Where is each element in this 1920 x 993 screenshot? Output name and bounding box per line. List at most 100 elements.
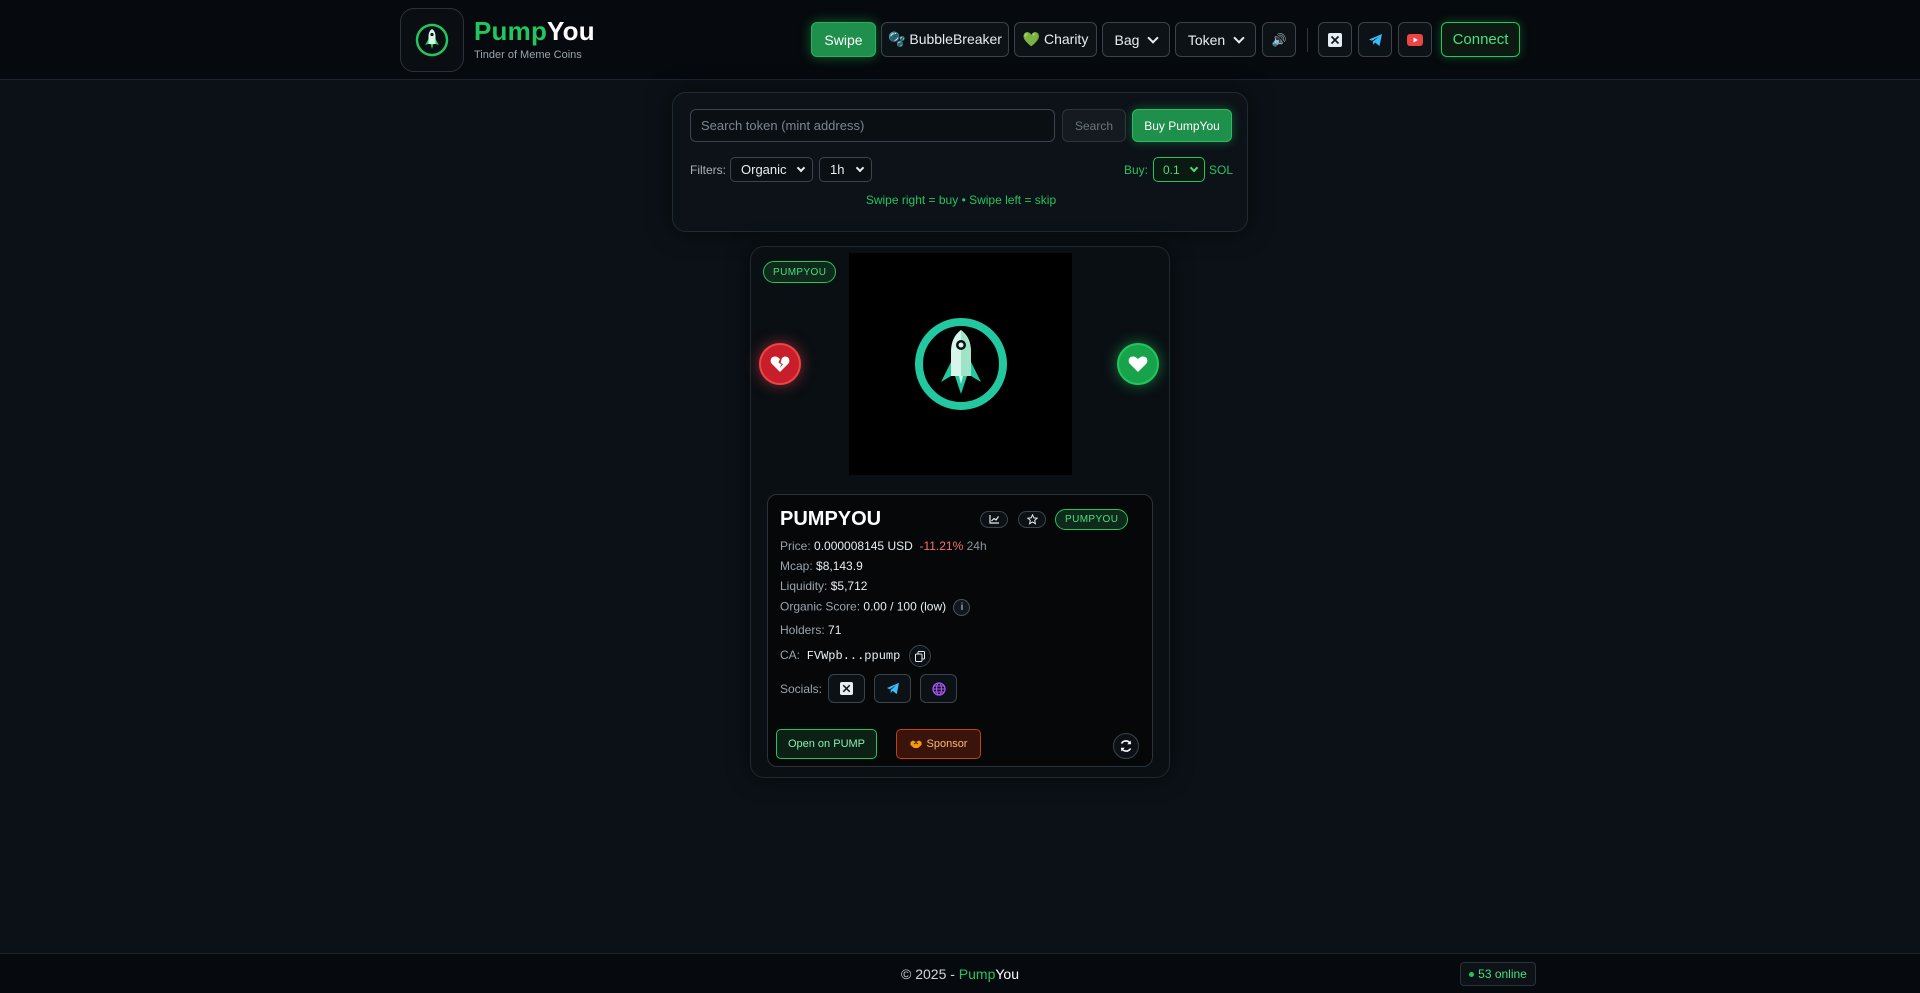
search-panel: Search Buy PumpYou Filters: Organic 1h B… <box>672 92 1248 232</box>
skip-button[interactable] <box>759 343 801 385</box>
footer-brand-pump: Pump <box>958 966 996 982</box>
search-button[interactable]: Search <box>1062 109 1126 142</box>
organic-score-label: Organic Score: <box>780 599 861 614</box>
footer: © 2025 - PumpYou 53 online <box>0 953 1920 993</box>
refresh-button[interactable] <box>1113 733 1139 759</box>
ca-value: FVWpb...ppump <box>806 649 901 663</box>
nav-charity-button[interactable]: 💚 Charity <box>1014 22 1097 57</box>
rocket-token-icon <box>914 318 1007 410</box>
x-social-button[interactable] <box>1318 22 1352 57</box>
nav-bag-dropdown[interactable]: Bag <box>1102 22 1170 57</box>
token-name: PUMPYOU <box>780 508 882 530</box>
sound-icon: 🔊 <box>1271 32 1287 47</box>
brand-tagline: Tinder of Meme Coins <box>474 49 582 61</box>
mcap-row: Mcap: $8,143.9 <box>780 559 863 573</box>
footer-brand-you: You <box>995 966 1019 982</box>
telegram-social-button[interactable] <box>1358 22 1392 57</box>
online-dot-icon <box>1469 971 1475 977</box>
telegram-icon <box>886 682 899 695</box>
nav-bubblebreaker-label: 🫧 BubbleBreaker <box>888 31 1002 47</box>
token-card[interactable]: PUMPYOU PUMPYOU PUMPYOU Price: 0.0000081… <box>750 246 1170 778</box>
token-x-button[interactable] <box>828 674 865 703</box>
price-label: Price: <box>780 539 811 553</box>
liquidity-value: $5,712 <box>830 579 868 593</box>
price-row: Price: 0.000008145 USD -11.21% 24h <box>780 539 987 553</box>
star-icon <box>1026 514 1038 525</box>
sound-button[interactable]: 🔊 <box>1262 22 1296 57</box>
rocket-logo-icon <box>415 23 449 57</box>
top-navbar: PumpYou Tinder of Meme Coins Swipe 🫧 Bub… <box>0 0 1920 80</box>
nav-charity-label: 💚 Charity <box>1022 31 1089 47</box>
youtube-social-button[interactable] <box>1398 22 1432 57</box>
brand: PumpYou Tinder of Meme Coins <box>474 16 595 61</box>
chevron-down-icon <box>796 163 806 172</box>
globe-icon <box>931 681 946 696</box>
token-website-button[interactable] <box>920 674 957 703</box>
like-button[interactable] <box>1117 343 1159 385</box>
buy-pumpyou-button[interactable]: Buy PumpYou <box>1132 109 1232 142</box>
chevron-down-icon <box>1233 31 1245 44</box>
organic-score-value: 0.00 / 100 <box>863 599 917 614</box>
token-telegram-button[interactable] <box>874 674 911 703</box>
copy-address-button[interactable] <box>909 645 931 667</box>
token-image <box>849 253 1072 475</box>
handshake-icon <box>910 740 921 748</box>
x-icon <box>840 682 853 695</box>
nav-bubblebreaker-button[interactable]: 🫧 BubbleBreaker <box>881 22 1009 57</box>
image-symbol-badge: PUMPYOU <box>763 261 837 283</box>
mcap-value: $8,143.9 <box>816 559 863 573</box>
nav-token-dropdown[interactable]: Token <box>1175 22 1256 57</box>
mcap-label: Mcap: <box>780 559 813 573</box>
liquidity-row: Liquidity: $5,712 <box>780 579 867 593</box>
filter-type-value: Organic <box>741 162 787 177</box>
swipe-hint: Swipe right = buy • Swipe left = skip <box>865 193 1057 207</box>
online-count-badge: 53 online <box>1460 962 1536 986</box>
open-on-pump-button[interactable]: Open on PUMP <box>776 729 877 759</box>
favorite-button[interactable] <box>1018 511 1046 528</box>
symbol-badge: PUMPYOU <box>1055 509 1129 530</box>
info-icon[interactable]: i <box>953 599 971 616</box>
liquidity-label: Liquidity: <box>780 579 828 593</box>
chart-button[interactable] <box>980 511 1008 528</box>
buy-amount-select[interactable]: 0.1 <box>1153 157 1205 182</box>
ca-label: CA: <box>780 648 801 662</box>
buy-amount-label: Buy: <box>1124 163 1149 177</box>
connect-label: Connect <box>1452 31 1509 48</box>
token-info-panel: PUMPYOU PUMPYOU Price: 0.000008145 USD -… <box>767 494 1153 767</box>
copy-icon <box>915 650 925 662</box>
holders-row: Holders: 71 <box>780 623 841 637</box>
holders-value: 71 <box>828 623 842 637</box>
logo[interactable] <box>400 8 464 72</box>
heart-icon <box>1128 356 1148 372</box>
chevron-down-icon <box>855 163 865 172</box>
currency-label: SOL <box>1209 163 1234 177</box>
filters-label: Filters: <box>690 163 726 177</box>
connect-wallet-button[interactable]: Connect <box>1441 22 1520 57</box>
copyright-text: © 2025 - <box>901 966 959 982</box>
sponsor-button[interactable]: Sponsor <box>896 729 981 759</box>
x-icon <box>1328 32 1342 47</box>
nav-bag-label: Bag <box>1114 31 1140 48</box>
youtube-icon <box>1407 33 1423 46</box>
refresh-icon <box>1120 740 1132 752</box>
nav-swipe-button[interactable]: Swipe <box>811 22 876 57</box>
contract-address-row: CA: FVWpb...ppump <box>780 648 900 663</box>
brand-name: PumpYou <box>474 16 595 47</box>
chart-icon <box>988 515 999 524</box>
socials-label: Socials: <box>780 682 823 696</box>
holders-label: Holders: <box>780 623 825 637</box>
organic-score-row: Organic Score: 0.00 / 100 (low) i <box>780 599 971 616</box>
price-value: 0.000008145 USD <box>814 539 913 553</box>
chevron-down-icon <box>1147 31 1160 44</box>
search-input[interactable] <box>690 109 1055 142</box>
chevron-down-icon <box>1189 163 1199 172</box>
filter-time-value: 1h <box>830 162 845 177</box>
organic-score-level: (low) <box>920 599 947 614</box>
brand-name-pump: Pump <box>474 16 548 46</box>
filter-type-select[interactable]: Organic <box>730 157 813 182</box>
price-change-period: 24h <box>966 539 987 553</box>
nav-token-label: Token <box>1187 31 1226 48</box>
buy-amount-value: 0.1 <box>1163 162 1180 177</box>
broken-heart-icon <box>770 356 790 372</box>
filter-time-select[interactable]: 1h <box>819 157 872 182</box>
